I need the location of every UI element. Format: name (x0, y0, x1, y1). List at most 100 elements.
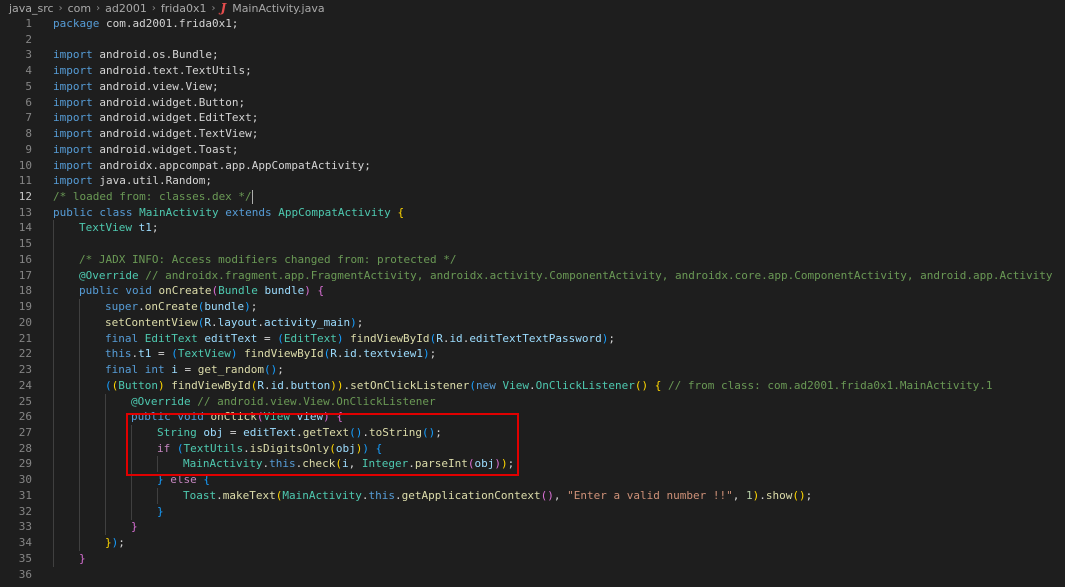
code-line[interactable]: 31 Toast.makeText(MainActivity.this.getAp… (0, 487, 1065, 504)
breadcrumb-item[interactable]: java_src (9, 2, 54, 15)
code-line[interactable]: 26 public void onClick(View view) { (0, 409, 1065, 426)
indent-guide (53, 330, 54, 347)
code-token: R (330, 347, 337, 361)
code-token: // from class: com.ad2001.frida0x1.MainA… (668, 378, 993, 392)
code-line[interactable]: 4 import android.text.TextUtils; (0, 63, 1065, 79)
code-line[interactable]: 16 /* JADX INFO: Access modifiers changed… (0, 251, 1065, 268)
code-token: () (421, 425, 436, 439)
code-line[interactable]: 13 public class MainActivity extends AppC… (0, 205, 1065, 221)
code-token: ( (105, 378, 112, 392)
line-number: 10 (18, 158, 32, 172)
code-line[interactable]: 22 this.t1 = (TextView) findViewById(R.id… (0, 346, 1065, 363)
code-line[interactable]: 14 TextView t1; (0, 220, 1065, 237)
code-line[interactable]: 7 import android.widget.EditText; (0, 110, 1065, 126)
code-line[interactable]: 3 import android.os.Bundle; (0, 47, 1065, 63)
code-line[interactable]: 35} (0, 550, 1065, 567)
code-line[interactable]: 34}); (0, 535, 1065, 552)
code-line[interactable]: 2 (0, 32, 1065, 48)
code-token: ( (277, 331, 284, 345)
code-line[interactable]: 10 import androidx.appcompat.app.AppCompa… (0, 158, 1065, 174)
code-line[interactable]: 29 MainActivity.this.check(i, Integer.par… (0, 456, 1065, 473)
code-token: int (144, 363, 165, 377)
code-text: import android.widget.Button; (53, 95, 245, 111)
code-editor[interactable]: 1 package com.ad2001.frida0x1; 2 3 import an… (0, 16, 1065, 587)
line-number: 16 (18, 252, 32, 266)
indent-guide (105, 503, 106, 520)
code-line[interactable]: 23 final int i = get_random(); (0, 362, 1065, 379)
code-token: // androidx.fragment.app.FragmentActivit… (145, 268, 1053, 282)
code-token: parseInt (414, 457, 468, 471)
chevron-right-icon: › (58, 2, 63, 14)
code-token: . (362, 425, 369, 439)
code-text: import android.os.Bundle; (53, 47, 219, 63)
code-line[interactable]: 24 ((Button) findViewById(R.id.button)).s… (0, 377, 1065, 394)
code-token: button (290, 378, 331, 392)
code-token: } (79, 551, 86, 565)
code-token: . (216, 488, 223, 502)
line-number: 5 (25, 79, 32, 93)
indent-guide (53, 220, 54, 237)
code-token: AppCompatActivity (278, 205, 391, 219)
code-line[interactable]: 5 import android.view.View; (0, 79, 1065, 95)
code-token: check (302, 457, 336, 471)
breadcrumb-file[interactable]: MainActivity.java (232, 2, 324, 15)
code-token: MainActivity (139, 205, 219, 219)
code-line[interactable]: 19 super.onCreate(bundle); (0, 299, 1065, 316)
code-line[interactable]: 15 (0, 236, 1065, 253)
line-number: 11 (18, 174, 32, 188)
code-line[interactable]: 1 package com.ad2001.frida0x1; (0, 16, 1065, 32)
code-token: ( (329, 441, 336, 455)
code-line[interactable]: 6 import android.widget.Button; (0, 95, 1065, 111)
code-line[interactable]: 11 import java.util.Random; (0, 173, 1065, 189)
code-text: }); (105, 535, 125, 551)
code-token: ( (176, 441, 184, 455)
indent-guide (79, 503, 80, 520)
breadcrumb-item[interactable]: ad2001 (105, 2, 147, 15)
code-token: Toast (183, 488, 217, 502)
code-token: = (151, 347, 172, 361)
code-token: import (53, 111, 93, 125)
code-line[interactable]: 25 @Override // android.view.View.OnClick… (0, 393, 1065, 410)
code-line[interactable]: 30} else { (0, 472, 1065, 489)
indent-guide (53, 472, 54, 489)
code-token: id (449, 331, 463, 345)
code-text: public void onCreate(Bundle bundle) { (79, 283, 324, 299)
code-line[interactable]: 17 @Override // androidx.fragment.app.Fra… (0, 267, 1065, 284)
code-line[interactable]: 18 public void onCreate(Bundle bundle) { (0, 283, 1065, 300)
code-line[interactable]: 27 String obj = editText.getText().toStri… (0, 424, 1065, 441)
code-token: ) (323, 410, 330, 424)
code-token: { (397, 205, 405, 219)
code-token: i (341, 457, 349, 471)
breadcrumb-item[interactable]: frida0x1 (161, 2, 207, 15)
code-line[interactable]: 20 setContentView(R.layout.activity_main)… (0, 314, 1065, 331)
code-token: android.widget.TextView; (92, 127, 259, 141)
code-token: android.os.Bundle; (92, 48, 219, 62)
indent-guide (131, 503, 132, 520)
code-token: android.widget.Button; (92, 95, 246, 109)
code-line[interactable]: 36 (0, 567, 1065, 583)
code-line[interactable]: 9 import android.widget.Toast; (0, 142, 1065, 158)
code-line[interactable]: 32} (0, 503, 1065, 520)
breadcrumb-item[interactable]: com (68, 2, 92, 15)
code-line[interactable]: 21 final EditText editText = (EditText) f… (0, 330, 1065, 347)
code-line[interactable]: 12 /* loaded from: classes.dex */ (0, 189, 1065, 205)
indent-guide (53, 236, 54, 253)
indent-guide (53, 550, 54, 567)
indent-guide (131, 440, 132, 457)
code-token: , (348, 457, 362, 471)
code-text: /* loaded from: classes.dex */ (53, 189, 253, 205)
code-line[interactable]: 8 import android.widget.TextView; (0, 126, 1065, 142)
indent-guide (53, 299, 54, 316)
code-token: ; (118, 536, 125, 550)
line-number: 13 (18, 205, 32, 219)
code-token: . (263, 378, 271, 392)
code-line[interactable]: 28 if (TextUtils.isDigitsOnly(obj)) { (0, 440, 1065, 457)
code-text: import android.widget.EditText; (53, 110, 258, 126)
indent-guide (79, 519, 80, 536)
code-token: @Override (131, 394, 191, 408)
indent-guide (105, 409, 106, 426)
code-line[interactable]: 33} (0, 519, 1065, 536)
